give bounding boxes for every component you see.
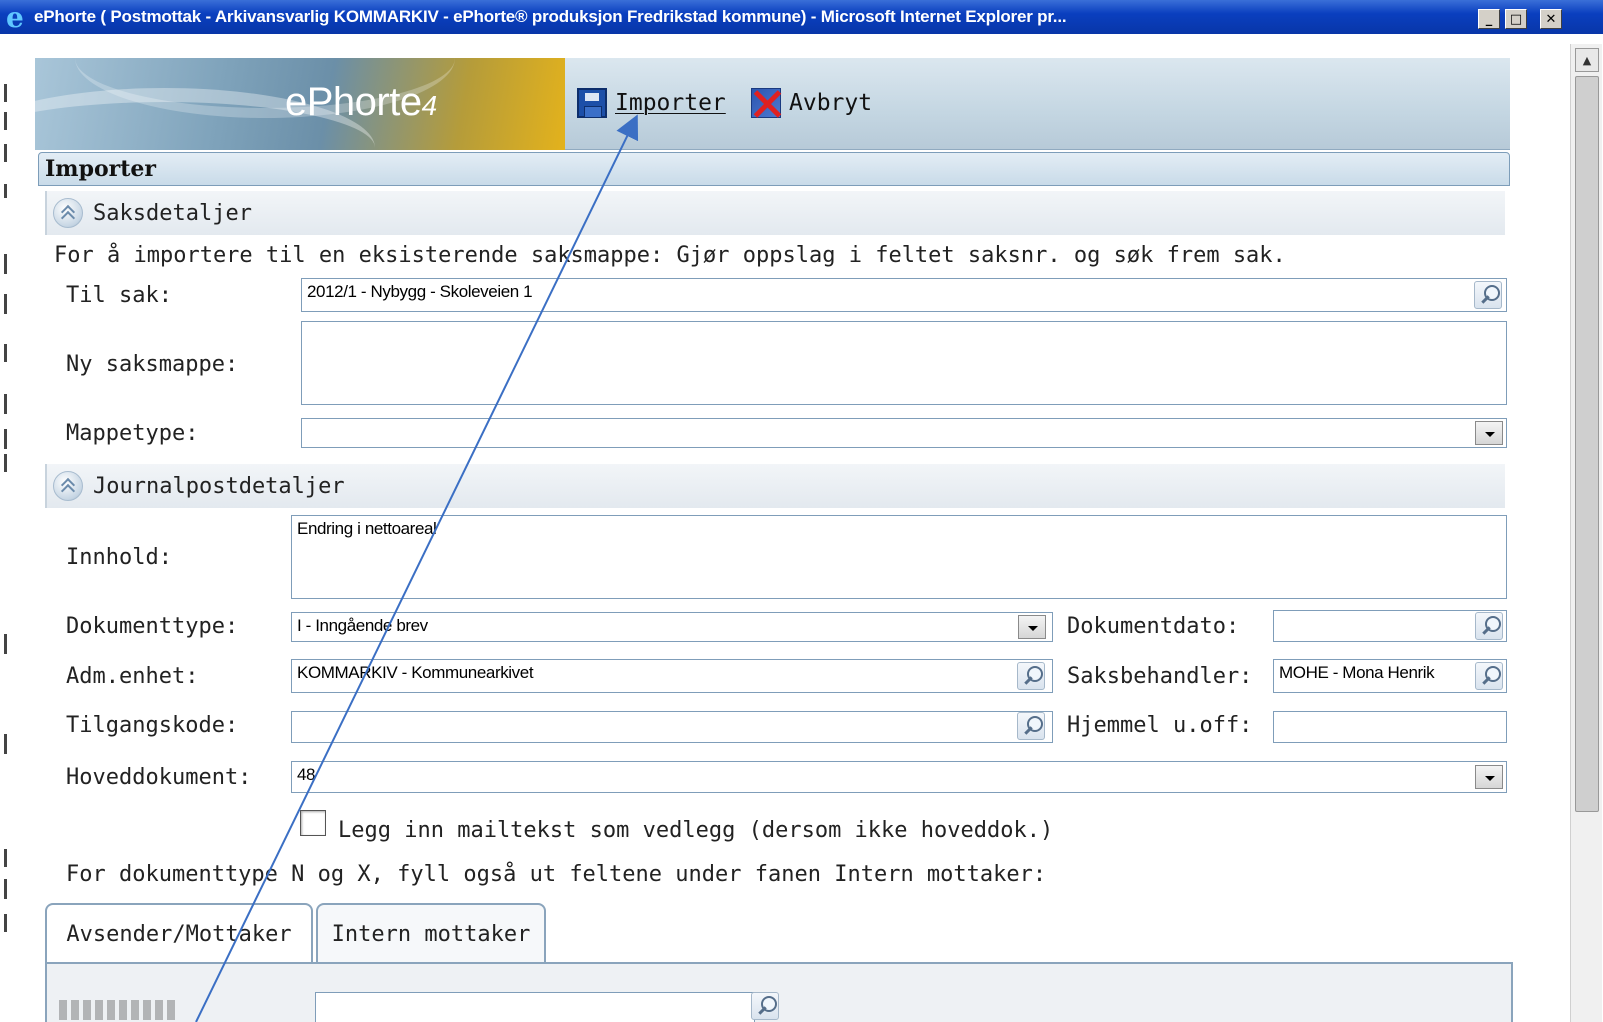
dokumenttype-dropdown-icon[interactable] [1018,615,1046,639]
cancel-icon [751,88,781,118]
scrollbar-thumb[interactable] [1575,76,1599,812]
mailtekst-checkbox-label: Legg inn mailtekst som vedlegg (dersom i… [338,818,1054,843]
dokumentdato-field[interactable] [1273,610,1507,642]
collapse-icon[interactable] [53,471,83,501]
section-journalpostdetaljer[interactable]: Journalpostdetaljer [45,464,1505,508]
tilgangskode-label: Tilgangskode: [66,713,239,738]
window-titlebar: e ePhorte ( Postmottak - Arkivansvarlig … [0,0,1603,34]
app-header: ePhorte4 Importer Avbryt [35,58,1510,150]
saksbehandler-field[interactable]: MOHE - Mona Henrik [1273,659,1507,693]
section-journalpostdetaljer-heading: Journalpostdetaljer [93,473,345,499]
adm-enhet-lookup-icon[interactable] [1017,662,1045,690]
panel-title: Importer [38,152,1510,186]
internet-explorer-icon: e [6,1,24,34]
innhold-field[interactable]: Endring i nettoareal [291,515,1507,599]
hoveddokument-label: Hoveddokument: [66,765,252,790]
dokumenttype-select[interactable]: I - Inngående brev [291,612,1053,642]
dokumenttype-note: For dokumenttype N og X, fyll også ut fe… [66,862,1047,887]
avsender-field[interactable] [315,992,755,1022]
adm-enhet-label: Adm.enhet: [66,664,199,689]
tilgangskode-field[interactable] [291,711,1053,743]
innhold-label: Innhold: [66,545,172,570]
saksbehandler-label: Saksbehandler: [1067,664,1253,689]
dokumentdato-label: Dokumentdato: [1067,614,1240,639]
tab-avsender-mottaker[interactable]: Avsender/Mottaker [45,903,313,963]
hjemmel-field[interactable] [1273,711,1507,743]
adm-enhet-field[interactable]: KOMMARKIV - Kommunearkivet [291,659,1053,693]
ny-saksmappe-field[interactable] [301,321,1507,405]
hoveddokument-dropdown-icon[interactable] [1475,765,1503,789]
saksdetaljer-hint: For å importere til en eksisterende saks… [54,243,1286,268]
til-sak-lookup-icon[interactable] [1474,281,1502,309]
window-title: ePhorte ( Postmottak - Arkivansvarlig KO… [34,7,1067,26]
dokumentdato-lookup-icon[interactable] [1475,612,1503,640]
saksbehandler-lookup-icon[interactable] [1475,662,1503,690]
mappetype-dropdown-icon[interactable] [1475,421,1503,445]
maximize-button[interactable]: □ [1505,9,1527,29]
collapse-icon[interactable] [53,198,83,228]
close-button[interactable]: ✕ [1540,9,1562,29]
importer-button[interactable]: Importer [577,88,726,118]
tab-content-panel [45,962,1513,1022]
importer-button-label: Importer [615,90,726,116]
til-sak-field[interactable]: 2012/1 - Nybygg - Skoleveien 1 [301,278,1507,312]
mailtekst-checkbox[interactable] [300,810,326,836]
ephorte-logo: ePhorte4 [35,58,565,150]
vertical-scrollbar[interactable]: ▲ [1570,44,1602,1022]
browser-left-gutter [0,34,14,1022]
avbryt-button-label: Avbryt [789,90,873,116]
save-icon [577,88,607,118]
mappetype-label: Mappetype: [66,421,199,446]
til-sak-label: Til sak: [66,283,172,308]
avbryt-button[interactable]: Avbryt [751,88,872,118]
tilgangskode-lookup-icon[interactable] [1017,712,1045,740]
cut-off-label [59,1000,179,1020]
avsender-lookup-icon[interactable] [751,992,779,1020]
section-saksdetaljer-heading: Saksdetaljer [93,200,252,226]
mappetype-select[interactable] [301,418,1507,448]
section-saksdetaljer[interactable]: Saksdetaljer [45,191,1505,235]
hoveddokument-select[interactable]: 48 [291,761,1507,793]
dokumenttype-label: Dokumenttype: [66,614,239,639]
scroll-up-icon[interactable]: ▲ [1575,48,1599,72]
minimize-button[interactable]: _ [1478,9,1500,29]
hjemmel-label: Hjemmel u.off: [1067,713,1253,738]
tab-intern-mottaker[interactable]: Intern mottaker [316,903,546,963]
ny-saksmappe-label: Ny saksmappe: [66,352,239,377]
